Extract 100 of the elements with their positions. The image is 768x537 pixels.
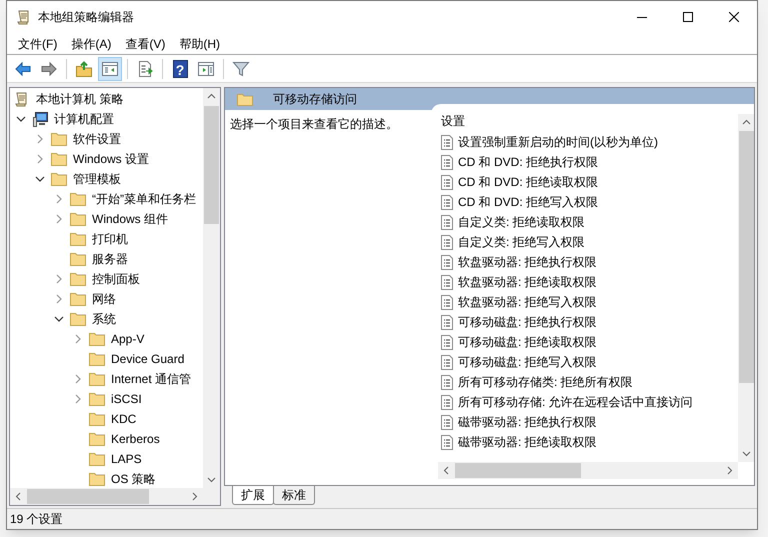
tree-item[interactable]: “开始”菜单和任务栏 (92, 190, 196, 208)
document-icon (441, 134, 453, 150)
folder-icon (89, 451, 105, 467)
tree-item[interactable]: iSCSI (111, 390, 142, 408)
window-title: 本地组策略编辑器 (38, 9, 134, 26)
document-icon (441, 334, 453, 350)
folder-up-icon (75, 60, 93, 78)
collapse-chevron-icon[interactable] (16, 114, 26, 124)
tree-item[interactable]: 本地计算机 策略 (36, 90, 124, 108)
tree-item[interactable]: 管理模板 (73, 170, 121, 188)
expand-chevron-icon[interactable] (73, 334, 83, 344)
folder-icon (237, 92, 253, 106)
policy-setting[interactable]: 磁带驱动器: 拒绝读取权限 (458, 433, 597, 451)
vertical-scrollbar[interactable] (203, 88, 220, 488)
folder-icon (89, 351, 105, 367)
tree-item[interactable]: Kerberos (111, 430, 160, 448)
policy-setting[interactable]: 所有可移动存储类: 拒绝所有权限 (458, 373, 633, 391)
document-icon (441, 294, 453, 310)
toolbar-button[interactable]: ? (168, 56, 192, 80)
document-icon (441, 414, 453, 430)
document-icon (441, 174, 453, 190)
column-header[interactable]: 设置 (441, 112, 465, 130)
policy-setting[interactable]: CD 和 DVD: 拒绝执行权限 (458, 153, 598, 171)
tree-item[interactable]: LAPS (111, 450, 142, 468)
horizontal-scrollbar[interactable] (10, 488, 220, 505)
view-tab[interactable]: 标准 (273, 486, 315, 505)
folder-icon (51, 171, 67, 187)
tree-item[interactable]: 计算机配置 (54, 110, 114, 128)
policy-setting[interactable]: 软盘驱动器: 拒绝读取权限 (458, 273, 597, 291)
tree-item[interactable]: OS 策略 (111, 470, 156, 488)
tree-item[interactable]: 网络 (92, 290, 116, 308)
folder-icon (89, 431, 105, 447)
status-text: 19 个设置 (10, 511, 63, 528)
tree-item[interactable]: 打印机 (92, 230, 128, 248)
forward-arrow-icon (40, 60, 58, 78)
policy-setting[interactable]: 自定义类: 拒绝写入权限 (458, 233, 585, 251)
menu-item[interactable]: 查看(V) (118, 33, 172, 54)
tree-item[interactable]: App-V (111, 330, 144, 348)
tree-item[interactable]: Internet 通信管 (111, 370, 192, 388)
folder-icon (89, 411, 105, 427)
menu-item[interactable]: 帮助(H) (172, 33, 227, 54)
expand-chevron-icon[interactable] (54, 294, 64, 304)
policy-setting[interactable]: CD 和 DVD: 拒绝读取权限 (458, 173, 598, 191)
expand-chevron-icon[interactable] (54, 214, 64, 224)
tree-item[interactable]: Device Guard (111, 350, 184, 368)
expand-chevron-icon[interactable] (35, 134, 45, 144)
document-icon (441, 274, 453, 290)
document-icon (441, 234, 453, 250)
export-list-icon (136, 60, 154, 78)
menu-item[interactable]: 操作(A) (64, 33, 118, 54)
description-text: 选择一个项目来查看它的描述。 (230, 117, 398, 131)
collapse-chevron-icon[interactable] (35, 174, 45, 184)
computer-icon (32, 111, 48, 127)
expand-chevron-icon[interactable] (54, 194, 64, 204)
document-icon (441, 154, 453, 170)
document-icon (441, 314, 453, 330)
policy-setting[interactable]: 可移动磁盘: 拒绝写入权限 (458, 353, 597, 371)
document-icon (441, 254, 453, 270)
tree-item[interactable]: 软件设置 (73, 130, 121, 148)
tree-item[interactable]: 服务器 (92, 250, 128, 268)
folder-icon (70, 251, 86, 267)
tree-item[interactable]: 控制面板 (92, 270, 140, 288)
expand-chevron-icon[interactable] (73, 374, 83, 384)
expand-chevron-icon[interactable] (35, 154, 45, 164)
policy-setting[interactable]: 自定义类: 拒绝读取权限 (458, 213, 585, 231)
expand-chevron-icon[interactable] (73, 394, 83, 404)
tree-item[interactable]: 系统 (92, 310, 116, 328)
menu-item[interactable]: 文件(F) (11, 33, 64, 54)
folder-icon (70, 231, 86, 247)
view-tab[interactable]: 扩展 (232, 486, 274, 505)
collapse-chevron-icon[interactable] (54, 314, 64, 324)
close-icon (729, 12, 739, 22)
maximize-icon (683, 12, 693, 22)
folder-icon (70, 191, 86, 207)
policy-setting[interactable]: 磁带驱动器: 拒绝执行权限 (458, 413, 597, 431)
policy-setting[interactable]: 软盘驱动器: 拒绝执行权限 (458, 253, 597, 271)
folder-icon (51, 131, 67, 147)
policy-setting[interactable]: 设置强制重新启动的时间(以秒为单位) (458, 133, 658, 151)
action-pane-icon (197, 60, 215, 78)
vertical-scrollbar[interactable] (738, 114, 754, 462)
horizontal-scrollbar[interactable] (438, 462, 738, 479)
folder-icon (70, 311, 86, 327)
folder-icon (89, 331, 105, 347)
folder-icon (51, 151, 67, 167)
policy-setting[interactable]: 软盘驱动器: 拒绝写入权限 (458, 293, 597, 311)
tree-item[interactable]: KDC (111, 410, 136, 428)
folder-icon (70, 271, 86, 287)
filter-icon (232, 60, 250, 78)
expand-chevron-icon[interactable] (54, 274, 64, 284)
toolbar-button[interactable] (98, 56, 122, 80)
policy-setting[interactable]: 所有可移动存储: 允许在远程会话中直接访问 (458, 393, 693, 411)
policy-setting[interactable]: 可移动磁盘: 拒绝执行权限 (458, 313, 597, 331)
back-arrow-icon (14, 60, 32, 78)
document-icon (441, 434, 453, 450)
folder-icon (89, 391, 105, 407)
tree-item[interactable]: Windows 设置 (73, 150, 150, 168)
policy-setting[interactable]: 可移动磁盘: 拒绝读取权限 (458, 333, 597, 351)
folder-icon (70, 291, 86, 307)
tree-item[interactable]: Windows 组件 (92, 210, 168, 228)
policy-setting[interactable]: CD 和 DVD: 拒绝写入权限 (458, 193, 598, 211)
